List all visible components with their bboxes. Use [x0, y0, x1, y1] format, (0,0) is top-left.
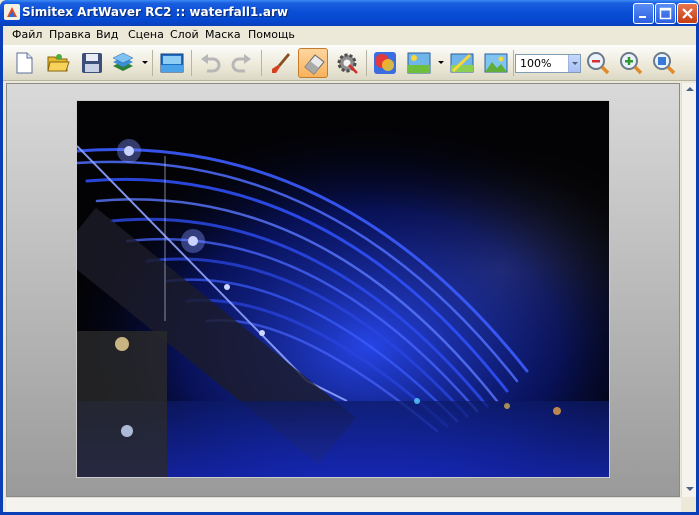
toolbar-separator	[261, 50, 262, 76]
brush-tool-button[interactable]	[265, 48, 295, 78]
close-button[interactable]	[677, 3, 698, 24]
main-toolbar: 100%	[3, 45, 696, 81]
image-effects-icon	[407, 52, 431, 74]
fountain-photo	[77, 101, 609, 477]
filter-button[interactable]	[447, 48, 477, 78]
menu-edit[interactable]: Правка	[49, 28, 91, 41]
image-filter-icon	[450, 53, 474, 73]
effects-button[interactable]	[404, 48, 434, 78]
horizontal-scrollbar[interactable]	[6, 497, 681, 512]
toolbar-separator	[191, 50, 192, 76]
new-document-button[interactable]	[9, 48, 39, 78]
effects-dropdown-arrow[interactable]	[438, 61, 444, 64]
image-button[interactable]	[157, 48, 187, 78]
toolbar-separator	[513, 50, 514, 76]
layers-icon	[112, 52, 134, 71]
vertical-scrollbar[interactable]	[681, 83, 696, 497]
layers-dropdown-arrow[interactable]	[142, 61, 148, 64]
undo-button[interactable]	[195, 48, 225, 78]
scroll-up-arrow-icon[interactable]	[686, 87, 694, 91]
eraser-icon	[304, 54, 325, 75]
zoom-fit-icon	[653, 52, 676, 75]
eraser-tool-button[interactable]	[298, 48, 328, 78]
window-title: Simitex ArtWaver RC2 :: waterfall1.arw	[22, 5, 288, 19]
zoom-fit-button[interactable]	[649, 48, 679, 78]
folder-icon	[47, 54, 70, 72]
zoom-dropdown-button[interactable]	[568, 55, 580, 72]
menu-bar: Файл Правка Вид Сцена Слой Маска Помощь	[3, 26, 696, 44]
redo-button[interactable]	[227, 48, 257, 78]
layers-button[interactable]	[108, 48, 138, 78]
menu-help[interactable]: Помощь	[248, 28, 295, 41]
app-window: Simitex ArtWaver RC2 :: waterfall1.arw Ф…	[0, 0, 699, 515]
paintbrush-icon	[272, 53, 290, 73]
scroll-down-arrow-icon[interactable]	[686, 487, 694, 491]
landscape-icon	[484, 53, 508, 73]
menu-mask[interactable]: Маска	[205, 28, 241, 41]
zoom-value: 100%	[520, 57, 552, 70]
zoom-in-icon	[620, 52, 643, 75]
new-document-icon	[16, 52, 33, 74]
app-logo-icon	[4, 4, 20, 20]
landscape-image-icon	[160, 53, 184, 73]
menu-scene[interactable]: Сцена	[128, 28, 164, 41]
open-button[interactable]	[43, 48, 73, 78]
client-area: Файл Правка Вид Сцена Слой Маска Помощь	[3, 26, 696, 512]
minimize-button[interactable]	[633, 3, 654, 24]
maximize-button[interactable]	[655, 3, 676, 24]
save-button[interactable]	[77, 48, 107, 78]
menu-view[interactable]: Вид	[96, 28, 118, 41]
zoom-out-button[interactable]	[583, 48, 613, 78]
close-icon	[682, 8, 693, 19]
color-palette-icon	[374, 52, 396, 74]
zoom-in-button[interactable]	[616, 48, 646, 78]
toolbar-separator	[152, 50, 153, 76]
image-workspace[interactable]	[6, 83, 680, 497]
menu-layer[interactable]: Слой	[170, 28, 199, 41]
image-canvas[interactable]	[76, 100, 610, 478]
gear-icon	[337, 53, 358, 74]
colors-button[interactable]	[370, 48, 400, 78]
undo-icon	[201, 54, 221, 73]
maximize-icon	[659, 7, 672, 20]
landscape-button[interactable]	[481, 48, 511, 78]
menu-file[interactable]: Файл	[12, 28, 42, 41]
settings-button[interactable]	[332, 48, 362, 78]
zoom-out-icon	[587, 52, 610, 75]
zoom-select[interactable]: 100%	[515, 54, 581, 73]
title-bar[interactable]: Simitex ArtWaver RC2 :: waterfall1.arw	[0, 0, 699, 26]
floppy-disk-icon	[82, 53, 102, 73]
redo-icon	[231, 54, 251, 73]
toolbar-separator	[366, 50, 367, 76]
minimize-icon	[639, 16, 646, 18]
